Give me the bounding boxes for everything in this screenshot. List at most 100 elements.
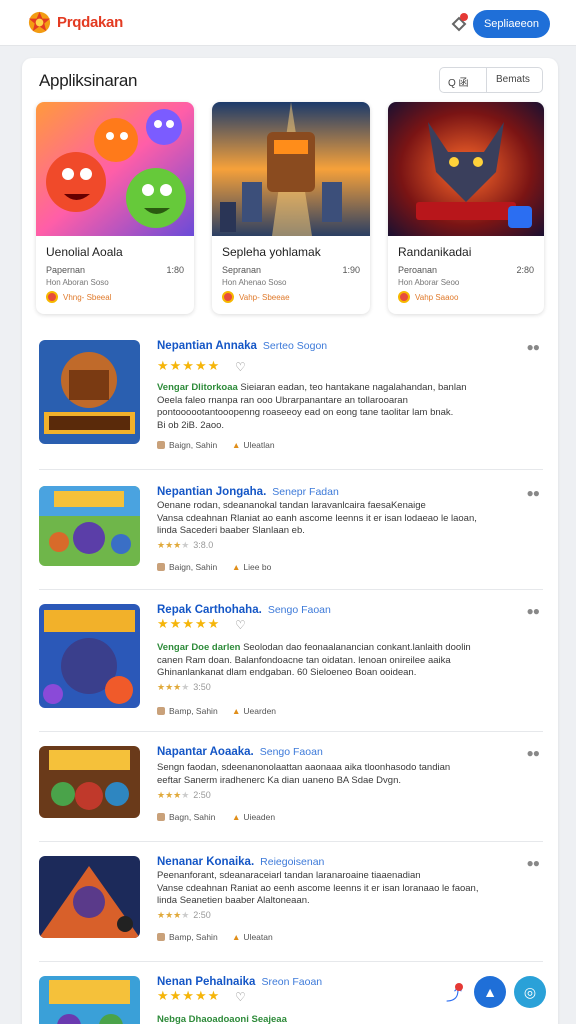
more-options-icon[interactable]: ●●	[527, 604, 540, 618]
list-item[interactable]: Nepantian Jongaha. Senepr Fadan ●● Oenane…	[39, 486, 543, 590]
list-item[interactable]: Repak Carthohaha. Sengo Faoan ●● ★★★★★ ♡ …	[39, 604, 543, 732]
tag-icon	[157, 441, 165, 449]
game-thumbnail	[39, 604, 140, 708]
item-genre: Bagn, Sahin	[157, 812, 215, 822]
page-title: Appliksinaran	[39, 71, 138, 90]
item-description: Nebga Dhaoadoaoni Seajeaa	[157, 1014, 537, 1024]
small-rating: ★★★★ 3:50	[157, 682, 211, 692]
item-title[interactable]: Nepantian Jongaha. Senepr Fadan	[157, 486, 339, 498]
card-subtitle: Sepranan	[222, 265, 262, 275]
card-subtitle: Peroanan	[398, 265, 438, 275]
divider	[486, 68, 487, 92]
upload-button[interactable]: ▲	[474, 976, 506, 1008]
small-rating: ★★★★ 2:50	[157, 790, 211, 800]
fire-icon: ▲	[232, 932, 241, 942]
cute-monsters-art	[36, 102, 194, 236]
star-rating: ★★★★★	[157, 616, 221, 631]
badge-icon	[222, 291, 234, 303]
item-status: ▲ Uleatlan	[232, 440, 275, 450]
item-publisher: Serteo Sogon	[262, 340, 328, 352]
star-rating: ★★★★★	[157, 358, 221, 373]
tag-icon	[157, 933, 165, 941]
card-tag: Vahp- Sbeeae	[239, 293, 290, 302]
signin-button[interactable]: Sepliaeeon	[473, 10, 550, 38]
game-thumbnail	[39, 976, 140, 1024]
game-thumbnail	[39, 486, 140, 566]
more-options-icon[interactable]: ●●	[527, 340, 540, 354]
item-title[interactable]: Nenanar Konaika. Reiegoisenan	[157, 856, 324, 868]
card-tag: Vahp Saaoo	[415, 293, 459, 302]
item-publisher: Sreon Faoan	[261, 976, 323, 988]
card-tag: Vhng- Sbeeal	[63, 293, 112, 302]
card-meta: Hon Aborar Seoo	[398, 278, 460, 287]
card-subtitle: Papernan	[46, 265, 86, 275]
main-panel: Appliksinaran Q 函 Bemats Uenolial Aoala …	[22, 58, 558, 1024]
fire-icon: ▲	[232, 706, 241, 716]
favorite-icon[interactable]: ♡	[235, 990, 246, 1004]
fire-icon: ▲	[232, 440, 241, 450]
view-controls: Q 函 Bemats	[439, 67, 543, 93]
list-item[interactable]: Nepantian Annaka Serteo Sogon ●● ★★★★★ ♡ …	[39, 340, 543, 470]
item-publisher: Sengo Faoan	[259, 746, 323, 758]
star-rating: ★★★★★	[157, 988, 221, 1003]
badge-icon	[46, 291, 58, 303]
item-status: ▲ Liee bo	[232, 562, 272, 572]
tag-icon	[157, 563, 165, 571]
item-tag: Vengar Dlitorkoaa	[157, 382, 238, 393]
card-score: 1:80	[166, 265, 184, 275]
sort-button[interactable]: Bemats	[496, 74, 530, 85]
item-genre: Bamp, Sahin	[157, 932, 218, 942]
item-title[interactable]: Repak Carthohaha. Sengo Faoan	[157, 604, 331, 616]
game-thumbnail	[39, 856, 140, 938]
featured-card[interactable]: Sepleha yohlamak Sepranan 1:90 Hon Ahena…	[212, 102, 370, 314]
logo-icon[interactable]	[27, 10, 52, 35]
tag-icon	[157, 813, 165, 821]
item-title[interactable]: Nenan Pehalnaika Sreon Faoan	[157, 976, 322, 988]
badge-icon	[398, 291, 410, 303]
fire-icon: ▲	[232, 562, 241, 572]
list-item[interactable]: Nenanar Konaika. Reiegoisenan ●● Peenanfo…	[39, 856, 543, 962]
brand-name[interactable]: Prqdakan	[57, 14, 123, 31]
tag-icon	[157, 707, 165, 715]
item-description: Vengar Doe darlen Seolodan dao feonaalan…	[157, 642, 471, 678]
help-button[interactable]: ◎	[514, 976, 546, 1008]
item-genre: Bamp, Sahin	[157, 706, 218, 716]
item-description: Sengn faodan, sdeenanonolaattan aaonaaa …	[157, 762, 451, 786]
card-title: Sepleha yohlamak	[222, 245, 321, 259]
item-title[interactable]: Nepantian Annaka Serteo Sogon	[157, 340, 327, 352]
item-genre: Baign, Sahin	[157, 562, 217, 572]
card-meta: Hon Aboran Soso	[46, 278, 109, 287]
top-bar: Prqdakan Sepliaeeon	[0, 0, 576, 46]
card-title: Uenolial Aoala	[46, 245, 123, 259]
card-title: Randanikadai	[398, 245, 472, 259]
more-options-icon[interactable]: ●●	[527, 856, 540, 870]
item-tag: Vengar Doe darlen	[157, 642, 241, 653]
item-title[interactable]: Napantar Aoaaka. Sengo Faoan	[157, 746, 323, 758]
mech-warriors-art	[212, 102, 370, 236]
share-icon[interactable]: ⤴	[438, 980, 470, 1012]
game-thumbnail	[39, 746, 140, 818]
more-options-icon[interactable]: ●●	[527, 746, 540, 760]
item-publisher: Senepr Fadan	[272, 486, 339, 498]
item-status: ▲ Uleatan	[232, 932, 273, 942]
card-meta: Hon Ahenao Soso	[222, 278, 287, 287]
filter-button[interactable]: Q 函	[448, 74, 469, 89]
favorite-icon[interactable]: ♡	[235, 360, 246, 374]
item-status: ▲ Uearden	[232, 706, 277, 716]
featured-card[interactable]: Uenolial Aoala Papernan 1:80 Hon Aboran …	[36, 102, 194, 314]
item-description: Oenane rodan, sdeananokal tandan laravan…	[157, 500, 477, 536]
featured-card[interactable]: Randanikadai Peroanan 2:80 Hon Aborar Se…	[388, 102, 544, 314]
notification-badge	[460, 13, 468, 21]
item-tag: Nebga Dhaoadoaoni Seajeaa	[157, 1014, 287, 1024]
favorite-icon[interactable]: ♡	[235, 618, 246, 632]
card-score: 2:80	[516, 265, 534, 275]
list-item[interactable]: Napantar Aoaaka. Sengo Faoan ●● Sengn fao…	[39, 746, 543, 842]
item-status: ▲ Uieaden	[232, 812, 276, 822]
item-description: Vengar Dlitorkoaa Sieiaran eadan, teo ha…	[157, 382, 467, 431]
more-options-icon[interactable]: ●●	[527, 486, 540, 500]
small-rating: ★★★★ 3:8.0	[157, 540, 214, 550]
card-score: 1:90	[342, 265, 360, 275]
small-rating: ★★★★ 2:50	[157, 910, 211, 920]
fire-icon: ▲	[232, 812, 241, 822]
item-genre: Baign, Sahin	[157, 440, 217, 450]
